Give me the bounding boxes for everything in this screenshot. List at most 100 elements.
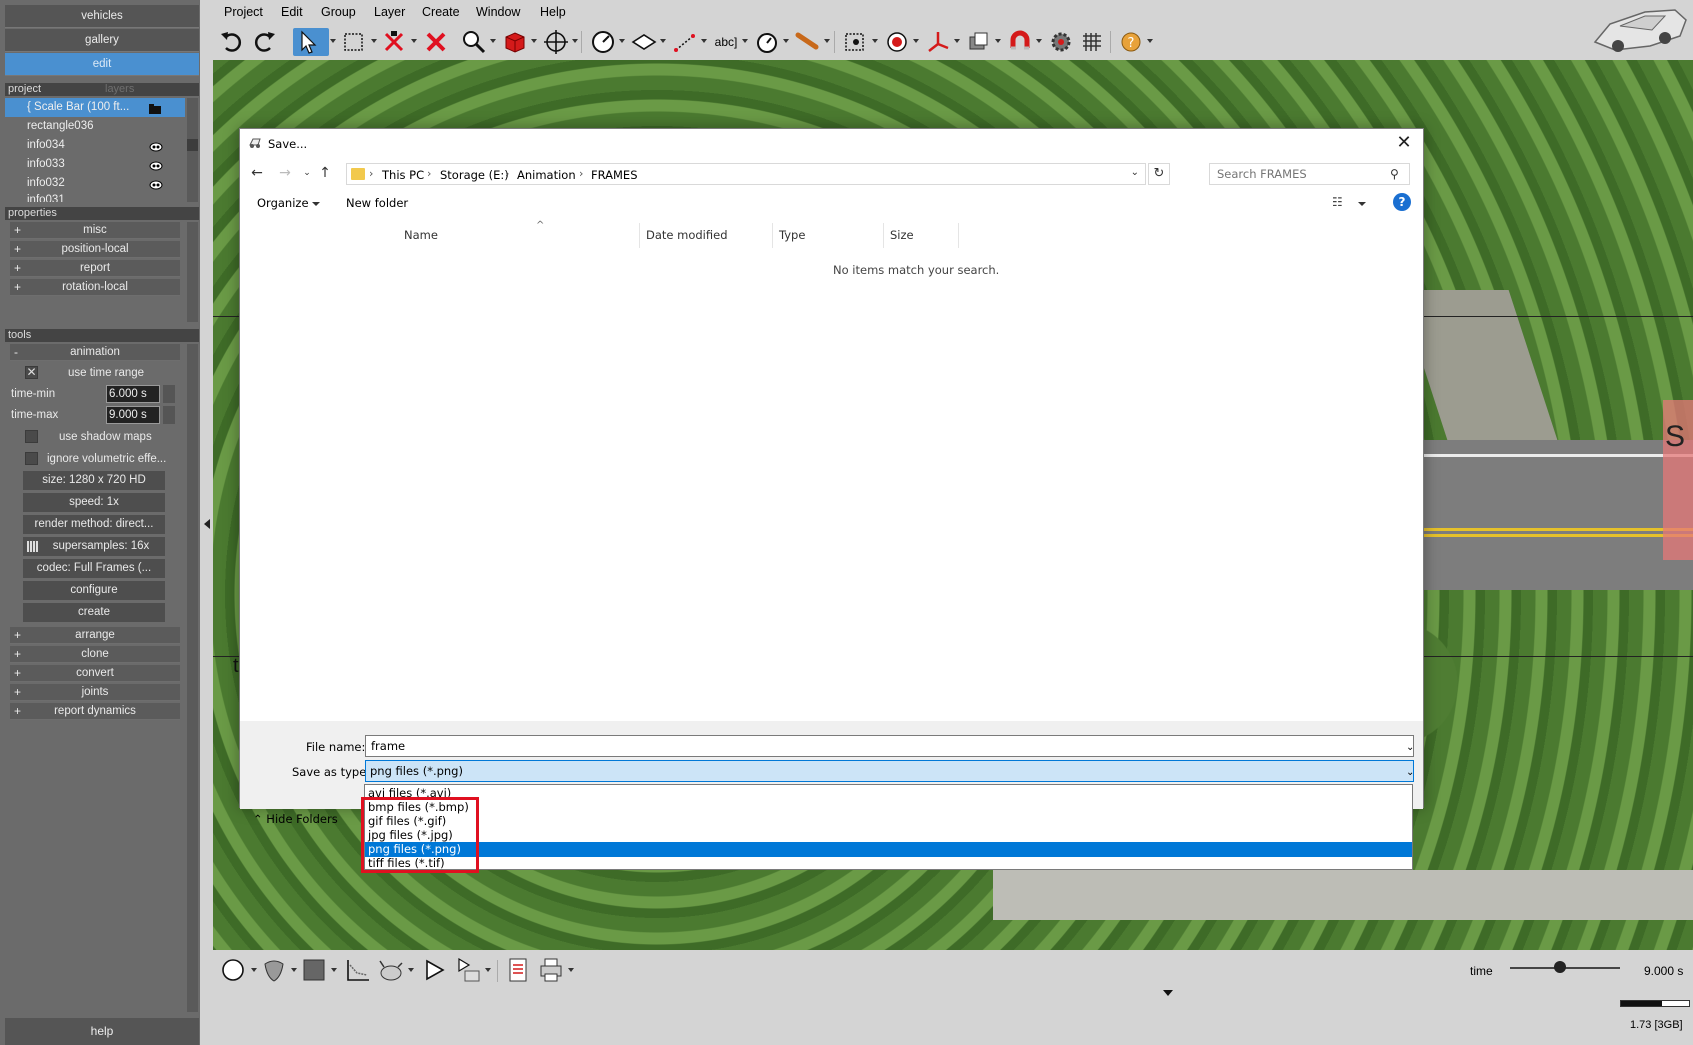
codec-button[interactable]: codec: Full Frames (... [23,559,165,578]
organize-dropdown-icon[interactable] [312,202,320,206]
property-position-local[interactable]: + position-local [10,241,180,258]
axes-icon[interactable] [924,28,952,56]
expand-icon[interactable]: + [14,703,21,720]
layer-item[interactable]: { Scale Bar (100 ft... [5,98,185,117]
speed-button[interactable]: speed: 1x [23,493,165,512]
breadcrumb-frames[interactable]: FRAMES [591,168,638,182]
view-dropdown-icon[interactable] [1358,202,1366,206]
layers-tab[interactable]: layers [105,83,134,96]
visibility-eye-icon[interactable] [149,178,163,190]
expand-timeline-icon[interactable] [1163,990,1173,996]
print-dropdown-icon[interactable] [568,968,574,972]
shield-shape-icon[interactable] [259,955,289,985]
script-pot-icon[interactable] [376,955,406,985]
property-report[interactable]: + report [10,260,180,277]
organize-button[interactable]: Organize [257,196,309,210]
dial-dropdown-icon[interactable] [619,39,625,43]
layer-item[interactable]: info033 [5,155,185,174]
column-header-type[interactable]: Type [773,223,884,248]
tool-report-dynamics[interactable]: + report dynamics [10,703,180,720]
expand-icon[interactable]: + [14,279,21,296]
file-name-dropdown-icon[interactable]: ⌄ [1406,742,1414,753]
time-max-spinner[interactable] [163,406,175,424]
breadcrumb-separator-icon[interactable]: › [505,167,509,180]
move-dropdown-icon[interactable] [572,39,578,43]
plane-dropdown-icon[interactable] [660,39,666,43]
stopwatch-dropdown-icon[interactable] [783,39,789,43]
record-target-icon[interactable] [883,28,911,56]
script-dropdown-icon[interactable] [408,968,414,972]
play-list-dropdown-icon[interactable] [485,968,491,972]
fill-dropdown-icon[interactable] [331,968,337,972]
breadcrumb-separator-icon[interactable]: › [427,167,431,180]
supersamples-button[interactable]: supersamples: 16x [23,537,165,556]
up-arrow-icon[interactable]: ↑ [316,164,334,182]
layer-item[interactable]: info034 [5,136,185,155]
menu-project[interactable]: Project [224,5,263,19]
play-list-icon[interactable] [453,955,483,985]
file-type-option-gif[interactable]: gif files (*.gif) [365,814,1412,829]
settings-gear-icon[interactable] [1047,28,1075,56]
visibility-eye-icon[interactable] [149,140,163,152]
expand-icon[interactable]: + [14,260,21,277]
file-type-option-png[interactable]: png files (*.png) [365,842,1412,857]
collapse-panel-arrow-icon[interactable] [204,519,210,529]
select-arrow-icon[interactable] [293,28,329,56]
layer-item[interactable]: info031 [5,193,185,202]
stopwatch-icon[interactable] [753,28,781,56]
expand-icon[interactable]: + [14,627,21,644]
plane-icon[interactable] [630,28,658,56]
delete-icon[interactable] [422,28,450,56]
column-header-date-modified[interactable]: Date modified [640,223,773,248]
configure-button[interactable]: configure [23,581,165,600]
time-min-spinner[interactable] [163,385,175,403]
render-method-button[interactable]: render method: direct... [23,515,165,534]
tool-arrange[interactable]: + arrange [10,627,180,644]
graph-icon[interactable] [343,955,373,985]
search-icon[interactable]: ⚲ [1390,167,1399,181]
text-tool-icon[interactable]: abc] [712,28,740,56]
address-bar[interactable]: › This PC › Storage (E:) › Animation › F… [346,163,1146,185]
breadcrumb-this-pc[interactable]: This PC [382,168,424,182]
file-name-input[interactable] [365,735,1414,757]
axes-dropdown-icon[interactable] [954,39,960,43]
save-as-type-select[interactable]: png files (*.png) [365,760,1414,782]
shape-dropdown-icon[interactable] [291,968,297,972]
print-icon[interactable] [536,955,566,985]
dial-icon[interactable] [589,28,617,56]
back-arrow-icon[interactable]: ← [248,164,266,182]
use-shadow-maps-checkbox[interactable] [25,430,38,443]
cube-dropdown-icon[interactable] [531,39,537,43]
tool-clone[interactable]: + clone [10,646,180,663]
recent-locations-chevron-icon[interactable]: ⌄ [298,164,316,182]
layer-item[interactable]: info032 [5,174,185,193]
file-type-option-jpg[interactable]: jpg files (*.jpg) [365,828,1412,843]
zoom-dropdown-icon[interactable] [490,39,496,43]
close-icon[interactable]: ✕ [1393,132,1415,154]
menu-help[interactable]: Help [540,5,566,19]
camera-frame-dropdown-icon[interactable] [872,39,878,43]
fill-color-icon[interactable] [299,955,329,985]
new-folder-button[interactable]: New folder [346,196,408,210]
help-button[interactable]: help [5,1018,199,1045]
expand-icon[interactable]: + [14,222,21,239]
magnet-dropdown-icon[interactable] [1036,39,1042,43]
circle-dropdown-icon[interactable] [251,968,257,972]
view-options-icon[interactable]: ☷ [1332,195,1352,211]
project-tab[interactable]: project [8,83,41,95]
menu-create[interactable]: Create [422,5,460,19]
image-layers-icon[interactable] [965,28,993,56]
delete-points-icon[interactable] [380,28,408,56]
tool-convert[interactable]: + convert [10,665,180,682]
cube-icon[interactable] [501,28,529,56]
expand-icon[interactable]: + [14,646,21,663]
camera-frame-icon[interactable] [842,28,870,56]
time-min-input[interactable]: 6.000 s [106,385,160,403]
delete-dropdown-icon[interactable] [411,39,417,43]
property-rotation-local[interactable]: + rotation-local [10,279,180,296]
menu-layer[interactable]: Layer [374,5,405,19]
collapse-icon[interactable]: - [14,344,18,361]
help-question-icon[interactable]: ? [1117,28,1145,56]
pencil-icon[interactable] [794,28,822,56]
menu-window[interactable]: Window [476,5,520,19]
